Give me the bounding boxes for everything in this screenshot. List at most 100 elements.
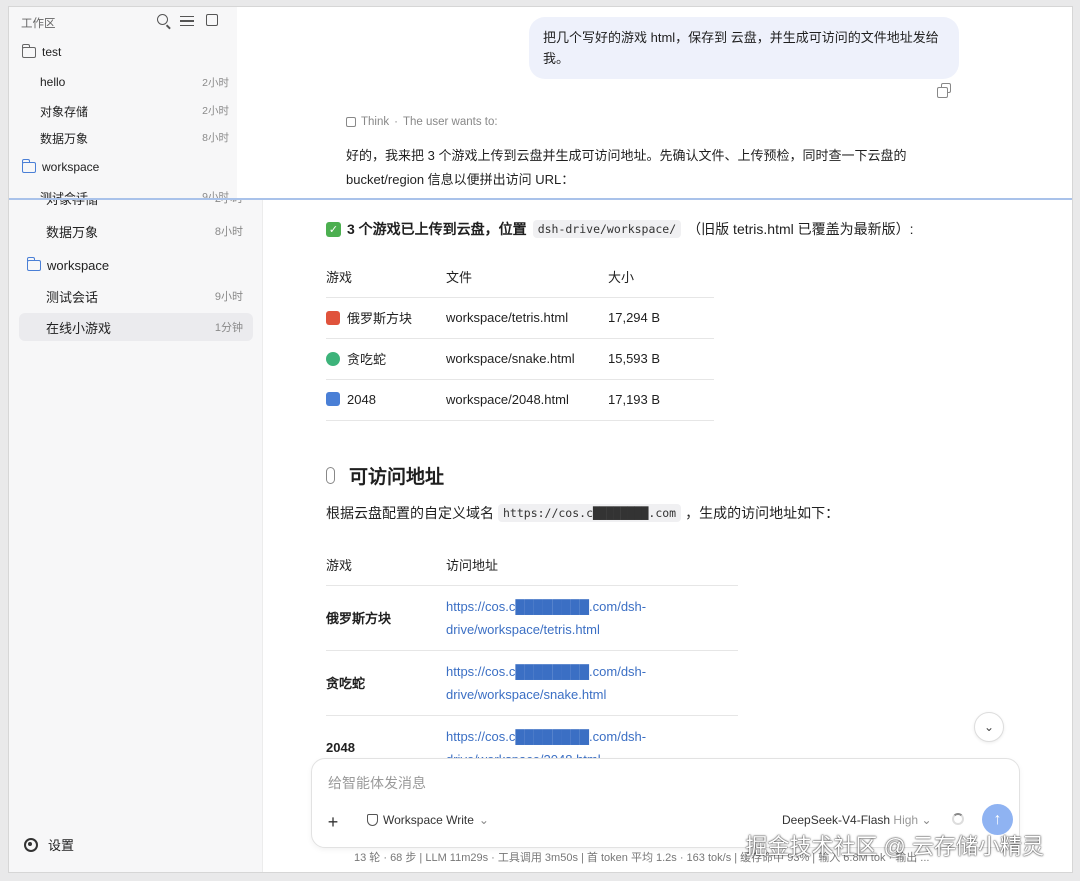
sidebar-item-object-storage[interactable]: 对象存储 2小时 [19, 103, 229, 120]
sidebar-folder-test[interactable]: test [21, 43, 62, 59]
sidebar-item-label: 在线小游戏 [46, 320, 112, 336]
file-path: workspace/tetris.html [446, 297, 608, 339]
plus-icon: + [327, 811, 339, 832]
url-link-line[interactable]: drive/workspace/snake.html [446, 683, 738, 706]
table-row: 贪吃蛇 workspace/snake.html 15,593 B [326, 338, 714, 380]
think-label: Think [361, 116, 390, 128]
assistant-response: ✓ 3 个游戏已上传到云盘，位置 dsh-drive/workspace/ （旧… [326, 217, 966, 781]
top-overlay-strip: 工作区 test hello 2小时 对象存储 2小时 数据万象 8小时 wor… [9, 7, 1072, 200]
folder-icon [21, 43, 36, 58]
app-window: 对象存储 2小时 数据万象 8小时 workspace 测试会话 9小时 在线小… [8, 6, 1073, 873]
url-link-line[interactable]: https://cos.c████████.com/dsh- [446, 725, 738, 748]
sidebar-item-time: 9小时 [214, 291, 243, 303]
sidebar-item-time: 2小时 [202, 105, 229, 117]
domain-paragraph: 根据云盘配置的自定义域名 https://cos.c████████.com ，… [326, 503, 839, 523]
shield-icon [367, 814, 378, 826]
brain-icon [346, 117, 356, 127]
loading-spinner-icon [952, 813, 964, 825]
message-input[interactable]: 给智能体发消息 [328, 773, 426, 793]
sidebar-item-data-wanxiang[interactable]: 数据万象 8小时 [19, 217, 253, 245]
sidebar-item-data-wanxiang[interactable]: 数据万象 8小时 [19, 130, 229, 147]
reasoning-level: High [893, 813, 919, 827]
folder-label: test [42, 45, 62, 59]
sidebar-item-test-session[interactable]: 测试会话 9小时 [19, 189, 229, 200]
file-path: workspace/snake.html [446, 338, 608, 380]
url-link-line[interactable]: https://cos.c████████.com/dsh- [446, 660, 738, 683]
think-indicator[interactable]: Think · The user wants to: [346, 116, 498, 128]
folder-label: workspace [47, 257, 110, 273]
domain-code: https://cos.c████████.com [498, 504, 682, 522]
sidebar-folder-workspace[interactable]: workspace [21, 158, 100, 174]
url-link[interactable]: https://cos.c████████.com/dsh-drive/work… [446, 650, 738, 716]
table-row: 俄罗斯方块 workspace/tetris.html 17,294 B [326, 297, 714, 339]
new-chat-icon[interactable] [206, 14, 218, 26]
sidebar-folder-workspace[interactable]: workspace [26, 254, 110, 276]
sidebar-toolbar [157, 14, 218, 26]
filter-icon[interactable] [180, 16, 194, 26]
assistant-reply-text: 好的，我来把 3 个游戏上传到云盘并生成可访问地址。先确认文件、上传预检，同时查… [346, 148, 907, 187]
upload-summary: ✓ 3 个游戏已上传到云盘，位置 dsh-drive/workspace/ （旧… [326, 217, 966, 241]
column-header: 游戏 [326, 257, 446, 298]
add-attachment-button[interactable]: + [320, 809, 346, 835]
sidebar-item-test-session[interactable]: 测试会话 9小时 [19, 282, 253, 310]
copy-icon[interactable] [937, 83, 951, 98]
arrow-up-icon: ↑ [993, 810, 1002, 828]
para-text: ，生成的访问地址如下： [685, 505, 840, 521]
chevron-down-icon: ⌄ [921, 813, 932, 827]
settings-button[interactable]: 设置 [24, 835, 74, 854]
summary-note: （旧版 tetris.html 已覆盖为最新版）: [687, 221, 914, 237]
folder-label: workspace [42, 160, 100, 174]
workspace-title: 工作区 [21, 18, 56, 30]
table-row: 贪吃蛇 https://cos.c████████.com/dsh-drive/… [326, 650, 738, 716]
column-header: 文件 [446, 257, 608, 298]
watermark: 掘金技术社区 @ 云存储小精灵 [745, 834, 1044, 859]
file-size: 17,193 B [608, 379, 714, 421]
game-name: 贪吃蛇 [326, 650, 446, 716]
gear-icon [24, 837, 38, 852]
para-text: 根据云盘配置的自定义域名 [326, 505, 494, 521]
sidebar-item-label: 测试会话 [46, 289, 99, 305]
permission-mode-select[interactable]: Workspace Write ⌄ [367, 813, 489, 827]
file-size: 15,593 B [608, 338, 714, 380]
section-heading: 可访问地址 [326, 462, 444, 489]
overlay-sidebar: 工作区 test hello 2小时 对象存储 2小时 数据万象 8小时 wor… [9, 7, 237, 198]
settings-label: 设置 [48, 838, 75, 853]
sidebar-item-label: 数据万象 [46, 224, 99, 240]
url-link-line[interactable]: https://cos.c████████.com/dsh- [446, 595, 738, 618]
table-row: 俄罗斯方块 https://cos.c████████.com/dsh-driv… [326, 585, 738, 651]
paperclip-icon [326, 467, 335, 484]
think-text: The user wants to: [402, 116, 498, 128]
heading-text: 可访问地址 [349, 467, 445, 488]
file-path: workspace/2048.html [446, 379, 608, 421]
mode-label: Workspace Write [383, 813, 474, 827]
sidebar-item-time: 8小时 [214, 226, 243, 238]
sidebar-item-hello[interactable]: hello 2小时 [19, 75, 229, 90]
folder-icon [21, 158, 36, 173]
model-select[interactable]: DeepSeek-V4-Flash High ⌄ [782, 813, 932, 827]
game-name: 2048 [347, 392, 376, 407]
sidebar-item-time: 8小时 [202, 132, 229, 144]
scroll-to-bottom-button[interactable]: ⌄ [974, 712, 1004, 742]
game-name: 俄罗斯方块 [347, 311, 413, 326]
sidebar-item-label: hello [40, 75, 66, 89]
sidebar-item-label: 数据万象 [40, 132, 89, 146]
number-icon [326, 392, 340, 406]
url-link[interactable]: https://cos.c████████.com/dsh-drive/work… [446, 585, 738, 651]
tetris-icon [326, 311, 340, 325]
chevron-down-icon: ⌄ [983, 720, 995, 734]
column-header: 大小 [608, 257, 714, 298]
column-header: 游戏 [326, 545, 446, 586]
file-size: 17,294 B [608, 297, 714, 339]
sidebar-item-label: 对象存储 [40, 105, 89, 119]
sidebar-item-online-games[interactable]: 在线小游戏 1分钟 [19, 313, 253, 341]
sidebar-item-time: 2小时 [202, 77, 229, 89]
url-link-line[interactable]: drive/workspace/tetris.html [446, 618, 738, 641]
sidebar-item-time: 9小时 [202, 191, 229, 200]
folder-icon [26, 256, 41, 271]
table-header: 游戏 文件 大小 [326, 257, 714, 298]
think-separator: · [394, 116, 398, 128]
urls-table: 游戏 访问地址 俄罗斯方块 https://cos.c████████.com/… [326, 545, 738, 781]
files-table: 游戏 文件 大小 俄罗斯方块 workspace/tetris.html 17,… [326, 257, 714, 421]
sidebar-item-time: 1分钟 [214, 322, 243, 334]
search-icon[interactable] [157, 14, 168, 25]
